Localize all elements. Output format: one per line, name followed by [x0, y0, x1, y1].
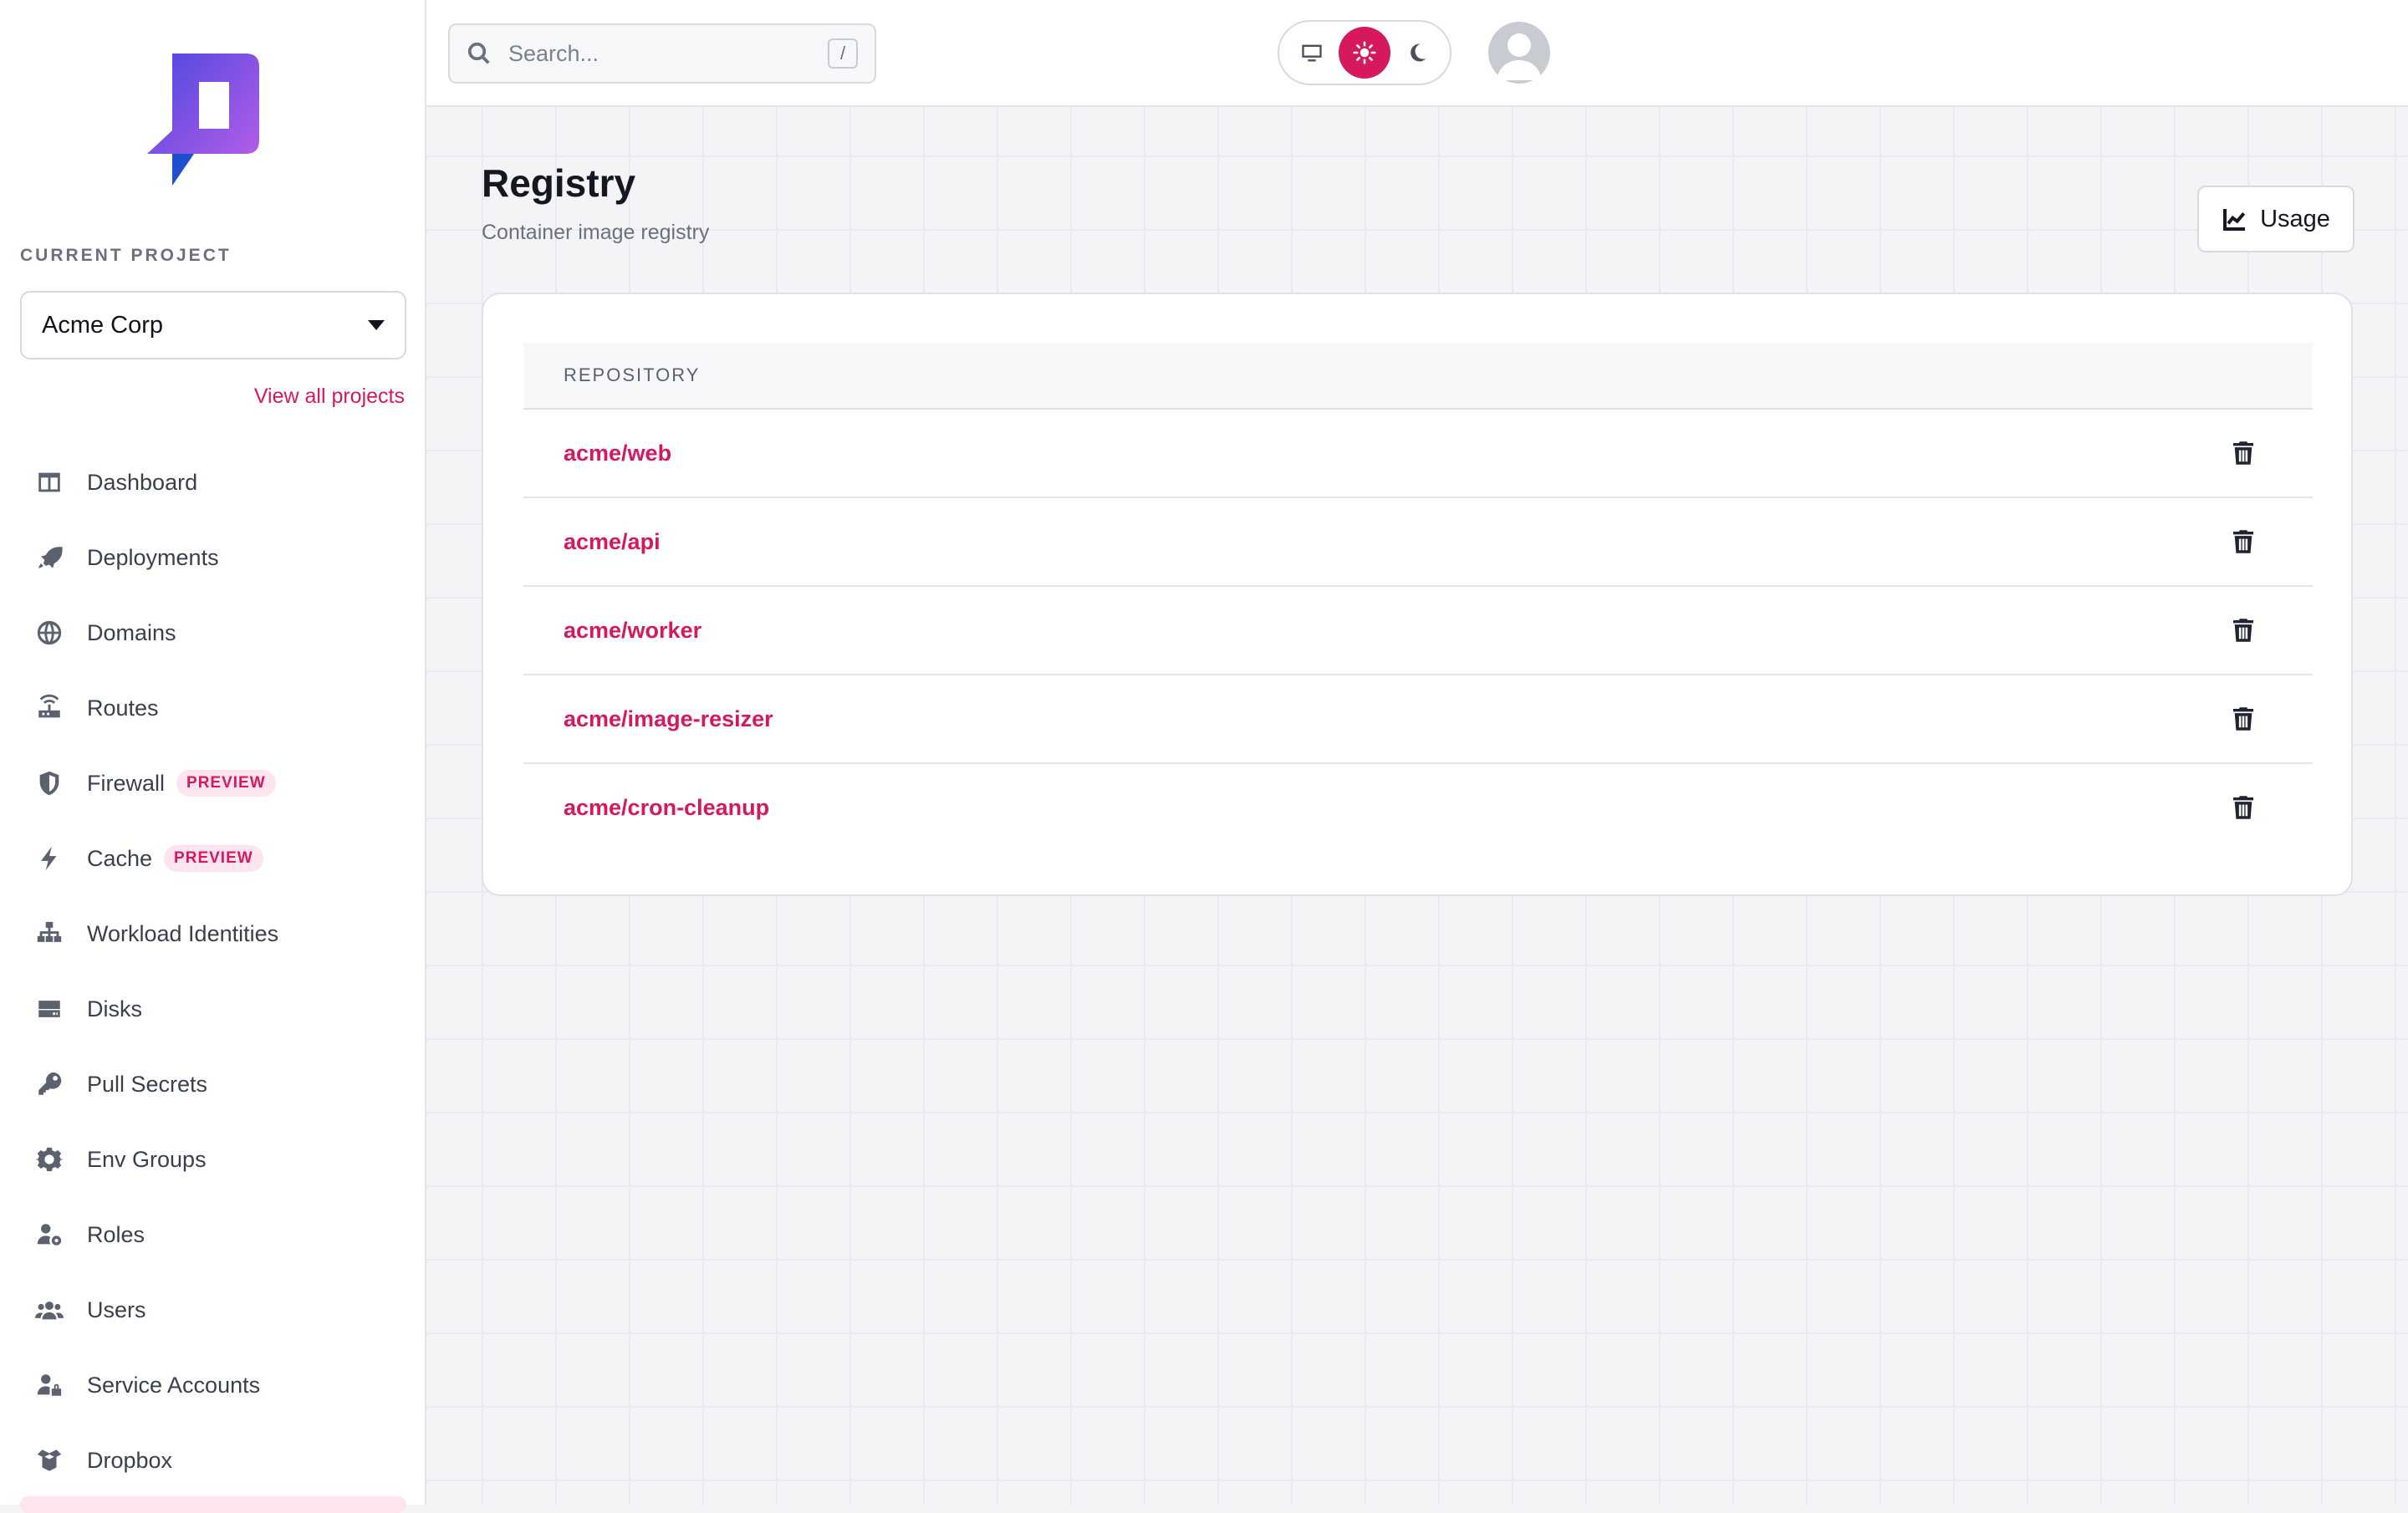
page-title: Registry	[482, 161, 636, 205]
theme-system-button[interactable]	[1286, 27, 1338, 79]
sidebar-item-cache[interactable]: Cache PREVIEW	[0, 821, 426, 896]
sidebar-item-disks[interactable]: Disks	[0, 971, 426, 1047]
theme-switcher	[1278, 20, 1451, 85]
sidebar-item-label: Workload Identities	[87, 920, 279, 946]
key-icon	[33, 1068, 65, 1100]
view-all-projects-link[interactable]: View all projects	[254, 385, 405, 409]
trash-icon	[2233, 619, 2253, 642]
repository-link[interactable]: acme/image-resizer	[564, 706, 773, 732]
sidebar-item-pull-secrets[interactable]: Pull Secrets	[0, 1047, 426, 1122]
dashboard-icon	[33, 466, 65, 498]
repository-link[interactable]: acme/web	[564, 441, 671, 466]
preview-badge: PREVIEW	[176, 770, 276, 797]
main-content: Registry Container image registry Usage …	[426, 107, 2408, 1505]
router-icon	[33, 692, 65, 724]
trash-icon	[2233, 441, 2253, 465]
sidebar-item-roles[interactable]: Roles	[0, 1197, 426, 1272]
gear-icon	[33, 1144, 65, 1175]
delete-repository-button[interactable]	[2229, 616, 2258, 644]
sidebar: CURRENT PROJECT Acme Corp View all proje…	[0, 0, 426, 1513]
table-row: acme/image-resizer	[523, 675, 2313, 764]
sidebar-item-label: Disks	[87, 996, 142, 1021]
bolt-icon	[33, 843, 65, 874]
sidebar-item-label: Cache	[87, 845, 153, 871]
delete-repository-button[interactable]	[2229, 439, 2258, 467]
sidebar-item-label: Pull Secrets	[87, 1071, 208, 1097]
sidebar-item-routes[interactable]: Routes	[0, 670, 426, 746]
app-logo[interactable]	[147, 53, 259, 189]
monitor-icon	[1302, 44, 1322, 62]
delete-repository-button[interactable]	[2229, 527, 2258, 556]
current-project-label: CURRENT PROJECT	[20, 246, 232, 265]
theme-light-button[interactable]	[1338, 27, 1390, 79]
line-chart-icon	[2223, 209, 2246, 231]
usage-button-label: Usage	[2260, 205, 2330, 232]
project-select-value: Acme Corp	[42, 311, 164, 339]
sidebar-item-firewall[interactable]: Firewall PREVIEW	[0, 746, 426, 821]
moon-icon	[1410, 43, 1426, 62]
table-row: acme/worker	[523, 587, 2313, 675]
caret-down-icon	[368, 320, 385, 330]
table-row: acme/cron-cleanup	[523, 764, 2313, 851]
top-bar: /	[426, 0, 2408, 107]
sidebar-item-label: Service Accounts	[87, 1372, 261, 1398]
search-box[interactable]: /	[448, 23, 876, 84]
sidebar-item-label: Deployments	[87, 544, 219, 570]
repository-link[interactable]: acme/worker	[564, 618, 701, 644]
avatar-placeholder-icon	[1497, 33, 1542, 80]
repository-table: REPOSITORY acme/web acme/api acme/worker	[523, 343, 2313, 851]
globe-icon	[33, 617, 65, 649]
table-header: REPOSITORY	[523, 343, 2313, 410]
sidebar-item-workload-identities[interactable]: Workload Identities	[0, 896, 426, 971]
user-gear-icon	[33, 1219, 65, 1251]
sidebar-item-dashboard[interactable]: Dashboard	[0, 445, 426, 520]
shield-icon	[33, 767, 65, 799]
table-row: acme/web	[523, 410, 2313, 498]
disk-icon	[33, 993, 65, 1025]
delete-repository-button[interactable]	[2229, 705, 2258, 733]
sidebar-item-service-accounts[interactable]: Service Accounts	[0, 1347, 426, 1423]
usage-button[interactable]: Usage	[2197, 186, 2354, 252]
repository-link[interactable]: acme/cron-cleanup	[564, 795, 769, 821]
rocket-icon	[33, 542, 65, 573]
sidebar-item-registry-highlight[interactable]	[20, 1496, 406, 1513]
sidebar-item-users[interactable]: Users	[0, 1272, 426, 1347]
sidebar-item-domains[interactable]: Domains	[0, 595, 426, 670]
sidebar-item-label: Firewall	[87, 770, 166, 796]
table-row: acme/api	[523, 498, 2313, 587]
trash-icon	[2233, 796, 2253, 819]
trash-icon	[2233, 707, 2253, 731]
search-shortcut-key: /	[828, 38, 858, 69]
sidebar-item-dropbox[interactable]: Dropbox	[0, 1423, 426, 1498]
sidebar-item-label: Env Groups	[87, 1146, 207, 1172]
box-icon	[33, 1444, 65, 1476]
sidebar-item-label: Roles	[87, 1221, 145, 1247]
search-input[interactable]	[507, 39, 828, 68]
sidebar-item-env-groups[interactable]: Env Groups	[0, 1122, 426, 1197]
user-avatar[interactable]	[1488, 22, 1550, 84]
sidebar-item-label: Users	[87, 1296, 146, 1322]
users-icon	[33, 1294, 65, 1326]
search-icon	[467, 42, 490, 64]
sidebar-item-label: Dashboard	[87, 469, 198, 495]
sun-icon	[1353, 41, 1376, 64]
trash-icon	[2233, 530, 2253, 553]
repository-card: REPOSITORY acme/web acme/api acme/worker	[482, 293, 2353, 896]
column-header-repository: REPOSITORY	[564, 364, 701, 385]
preview-badge: PREVIEW	[164, 845, 263, 872]
delete-repository-button[interactable]	[2229, 793, 2258, 822]
repository-link[interactable]: acme/api	[564, 529, 661, 555]
page-subtitle: Container image registry	[482, 221, 710, 244]
user-lock-icon	[33, 1369, 65, 1401]
sidebar-item-label: Routes	[87, 695, 159, 721]
theme-dark-button[interactable]	[1391, 27, 1443, 79]
project-select[interactable]: Acme Corp	[20, 291, 406, 359]
sidebar-nav: Dashboard Deployments Domains Routes Fir…	[0, 445, 426, 1498]
sidebar-item-label: Dropbox	[87, 1447, 173, 1473]
sidebar-item-label: Domains	[87, 619, 176, 645]
sidebar-item-deployments[interactable]: Deployments	[0, 520, 426, 595]
network-icon	[33, 918, 65, 950]
